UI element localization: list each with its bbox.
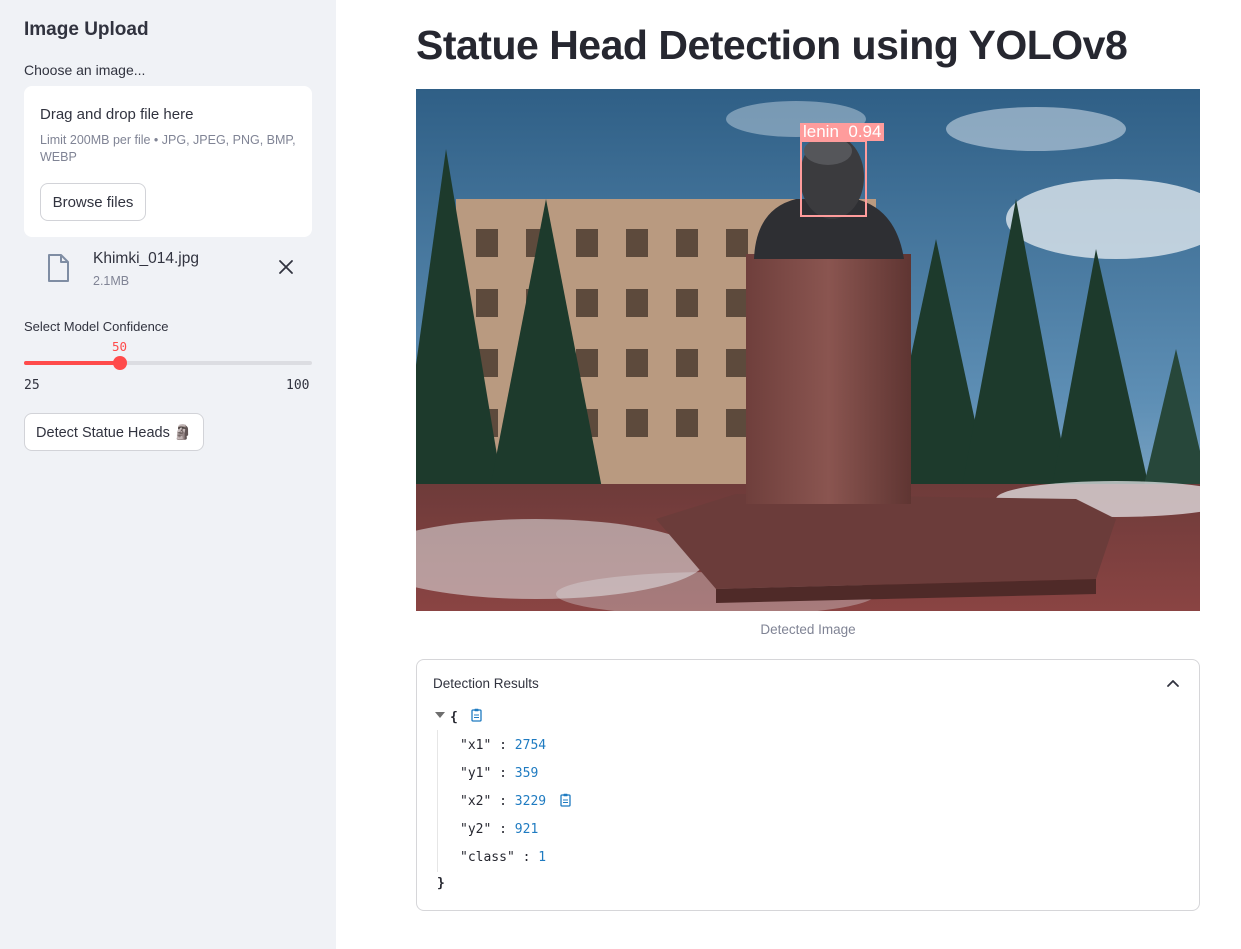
image-caption: Detected Image: [760, 622, 856, 637]
slider-min: 25: [24, 378, 40, 393]
copy-icon[interactable]: [558, 793, 572, 807]
dropzone-limit: Limit 200MB per file • JPG, JPEG, PNG, B…: [40, 133, 296, 164]
slider-value: 50: [112, 339, 128, 354]
json-value: 2754: [514, 738, 547, 753]
uploaded-file: Khimki_014.jpg 2.1MB: [24, 246, 312, 292]
json-value: 1: [538, 850, 547, 865]
json-row-y2: "y2" : 921: [460, 822, 539, 837]
slider-thumb[interactable]: [112, 356, 127, 370]
json-key: "x2": [460, 794, 492, 809]
sidebar: Image Upload Choose an image... Drag and…: [0, 0, 336, 949]
chevron-up-icon[interactable]: [1165, 676, 1181, 690]
expander-title: Detection Results: [433, 676, 539, 691]
detect-statue-heads-button[interactable]: Detect Statue Heads 🗿: [24, 413, 204, 451]
json-row-x2: "x2" : 3229: [460, 793, 571, 809]
file-icon: [48, 254, 69, 282]
browse-files-button[interactable]: Browse files: [40, 183, 146, 221]
json-indent-line: [437, 730, 438, 872]
sidebar-title: Image Upload: [24, 19, 149, 40]
confidence-slider-label: Select Model Confidence: [24, 319, 169, 334]
detection-label: lenin 0.94: [800, 123, 885, 141]
json-row-x1: "x1" : 2754: [460, 738, 547, 753]
detection-box: [800, 140, 867, 217]
uploader-label: Choose an image...: [24, 62, 146, 78]
json-key: "y2": [460, 822, 492, 837]
slider-fill: [24, 361, 120, 365]
file-name: Khimki_014.jpg: [93, 250, 199, 267]
json-value: 359: [514, 766, 539, 781]
json-value: 921: [514, 822, 539, 837]
json-open-brace: {: [450, 710, 458, 725]
json-row-class: "class" : 1: [460, 850, 547, 865]
copy-icon[interactable]: [469, 708, 483, 722]
collapse-triangle-icon[interactable]: [435, 710, 445, 720]
confidence-slider[interactable]: [24, 356, 312, 370]
file-dropzone[interactable]: Drag and drop file here Limit 200MB per …: [24, 86, 312, 237]
json-close-brace: }: [437, 876, 445, 891]
dropzone-title: Drag and drop file here: [40, 106, 194, 123]
json-value: 3229: [514, 794, 547, 809]
json-row-y1: "y1" : 359: [460, 766, 539, 781]
json-key: "x1": [460, 738, 492, 753]
detection-results-expander[interactable]: Detection Results { "x1" : 2754 "y1" : 3…: [416, 659, 1200, 911]
json-key: "class": [460, 850, 515, 865]
slider-max: 100: [286, 378, 310, 393]
file-size: 2.1MB: [93, 274, 130, 288]
page-title: Statue Head Detection using YOLOv8: [416, 22, 1128, 68]
json-key: "y1": [460, 766, 492, 781]
close-icon[interactable]: [278, 259, 294, 275]
detected-image: lenin 0.94: [416, 89, 1200, 611]
